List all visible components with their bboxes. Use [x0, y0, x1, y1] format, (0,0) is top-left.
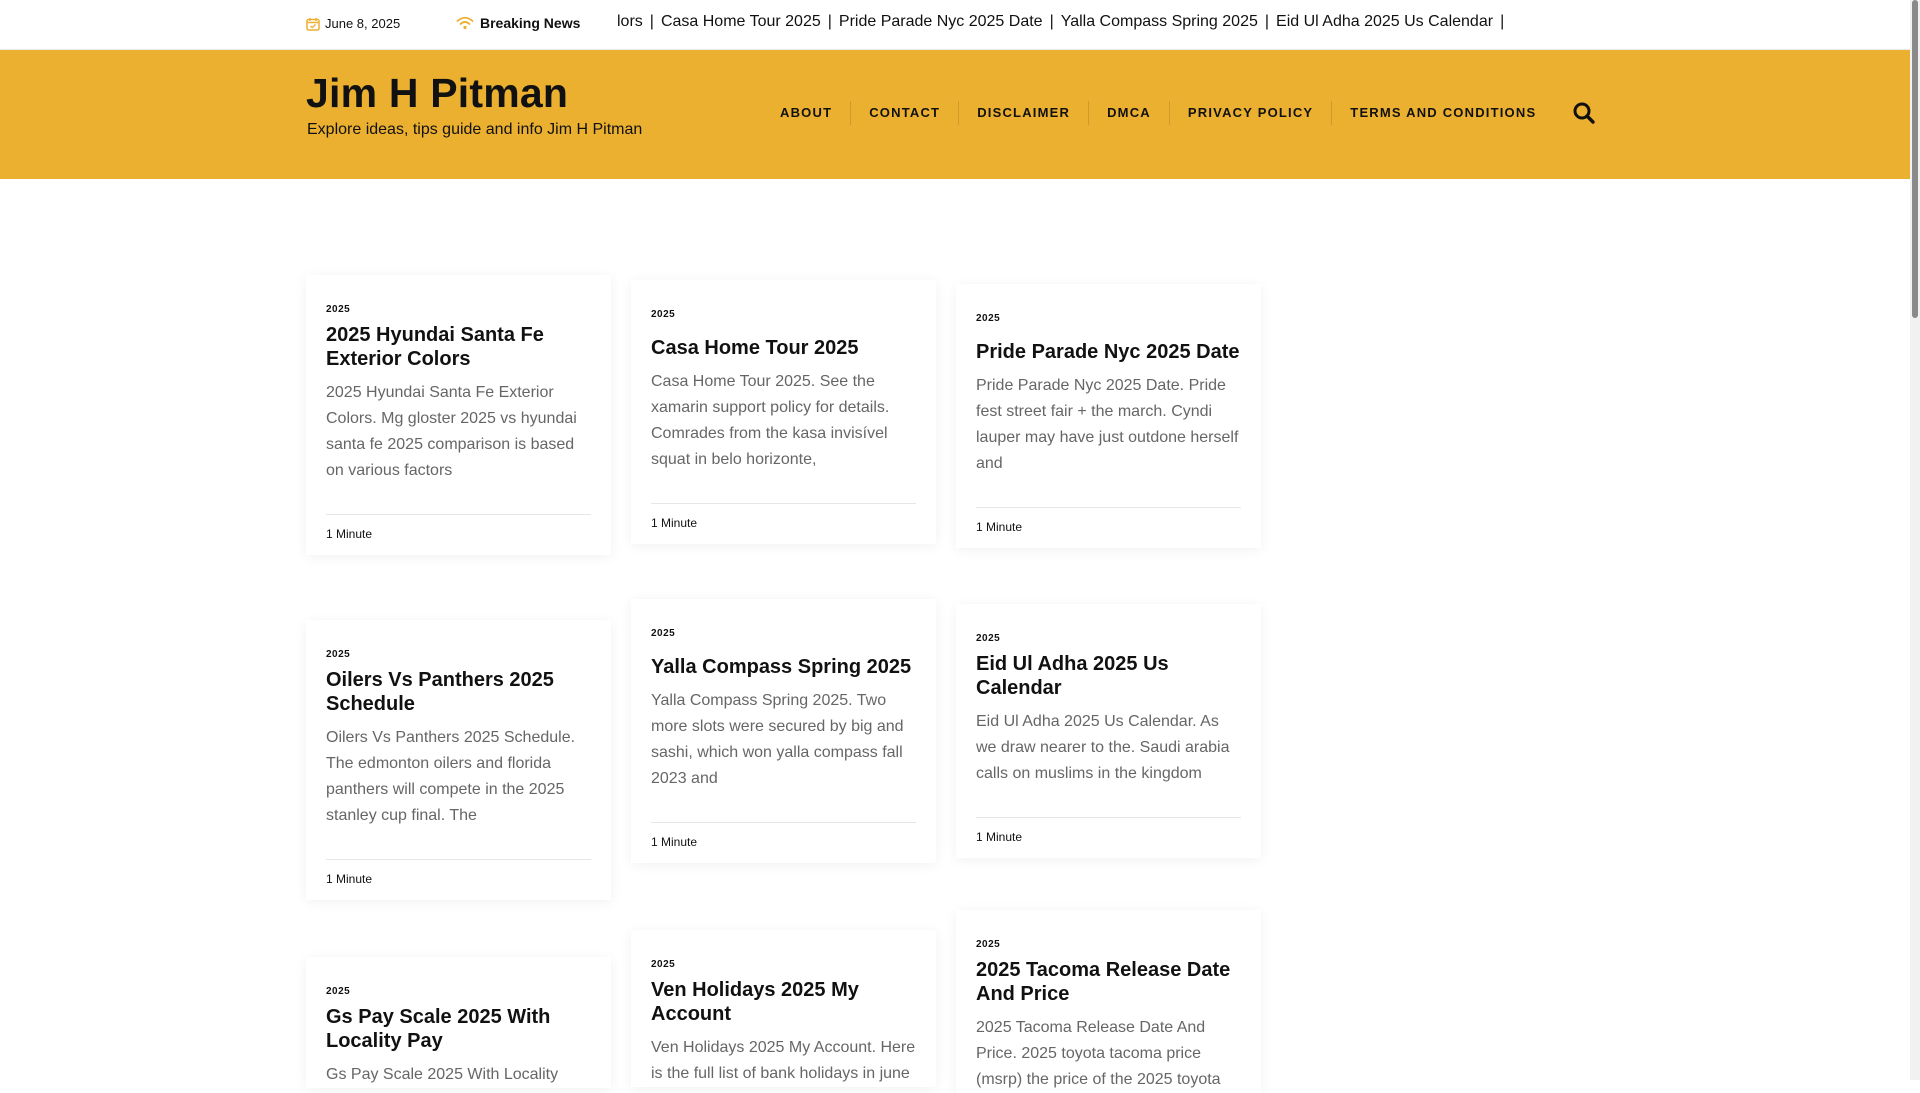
main-nav: ABOUT CONTACT DISCLAIMER DMCA PRIVACY PO… — [762, 101, 1554, 125]
post-card[interactable]: 2025 Casa Home Tour 2025 Casa Home Tour … — [631, 280, 936, 544]
post-excerpt: Yalla Compass Spring 2025. Two more slot… — [651, 692, 904, 787]
post-excerpt: Ven Holidays 2025 My Account. Here is th… — [651, 1039, 916, 1082]
search-icon[interactable] — [1571, 100, 1597, 126]
post-title[interactable]: 2025 Hyundai Santa Fe Exterior Colors — [326, 323, 591, 371]
nav-item-about[interactable]: ABOUT — [762, 101, 852, 125]
site-title[interactable]: Jim H Pitman — [306, 70, 568, 117]
ticker-separator: | — [1264, 13, 1270, 30]
scrollbar-thumb[interactable] — [1912, 0, 1918, 318]
ticker-item[interactable]: lors — [617, 13, 643, 31]
ticker-separator: | — [649, 13, 654, 30]
site-tagline: Explore ideas, tips guide and info Jim H… — [307, 121, 643, 138]
post-category[interactable]: 2025 — [651, 628, 916, 639]
nav-item-privacy-policy[interactable]: PRIVACY POLICY — [1170, 101, 1333, 125]
post-category[interactable]: 2025 — [976, 633, 1241, 644]
post-category[interactable]: 2025 — [976, 939, 1241, 950]
ticker-item[interactable]: Yalla Compass Spring 2025 — [1061, 13, 1258, 31]
read-time: 1 Minute — [651, 503, 916, 544]
post-category[interactable]: 2025 — [326, 649, 591, 660]
site-header: Jim H Pitman Explore ideas, tips guide a… — [0, 50, 1910, 179]
breaking-news-text: Breaking News — [480, 15, 581, 31]
post-category[interactable]: 2025 — [326, 986, 591, 997]
date-display: June 8, 2025 — [306, 16, 400, 31]
post-card[interactable]: 2025 Pride Parade Nyc 2025 Date Pride Pa… — [956, 284, 1261, 548]
post-title[interactable]: 2025 Tacoma Release Date And Price — [976, 958, 1241, 1006]
post-category[interactable]: 2025 — [976, 313, 1241, 324]
post-excerpt: 2025 Hyundai Santa Fe Exterior Colors. M… — [326, 384, 577, 479]
post-excerpt: Casa Home Tour 2025. See the xamarin sup… — [651, 373, 890, 468]
nav-item-contact[interactable]: CONTACT — [851, 101, 960, 125]
post-card[interactable]: 2025 Ven Holidays 2025 My Account Ven Ho… — [631, 930, 936, 1087]
post-title[interactable]: Pride Parade Nyc 2025 Date — [976, 340, 1241, 364]
news-ticker[interactable]: lors | Casa Home Tour 2025 | Pride Parade Ny… — [617, 13, 1517, 37]
read-time: 1 Minute — [976, 817, 1241, 858]
read-time: 1 Minute — [326, 859, 591, 900]
read-time: 1 Minute — [651, 822, 916, 863]
ticker-item[interactable]: Casa Home Tour 2025 — [661, 13, 821, 31]
post-excerpt: 2025 Tacoma Release Date And Price. 2025… — [976, 1019, 1221, 1088]
post-card[interactable]: 2025 Eid Ul Adha 2025 Us Calendar Eid Ul… — [956, 604, 1261, 858]
ticker-separator: | — [1049, 13, 1054, 30]
date-text: June 8, 2025 — [325, 16, 401, 31]
calendar-icon — [306, 17, 320, 31]
wifi-icon — [456, 16, 474, 30]
ticker-separator: | — [1500, 13, 1505, 30]
post-title[interactable]: Eid Ul Adha 2025 Us Calendar — [976, 652, 1241, 700]
breaking-news-label: Breaking News — [456, 15, 580, 31]
post-card[interactable]: 2025 2025 Tacoma Release Date And Price … — [956, 910, 1261, 1093]
search-button[interactable] — [1571, 100, 1597, 126]
post-excerpt: Pride Parade Nyc 2025 Date. Pride fest s… — [976, 377, 1239, 472]
post-excerpt: Gs Pay Scale 2025 With Locality — [326, 1066, 559, 1083]
post-title[interactable]: Yalla Compass Spring 2025 — [651, 655, 916, 679]
post-title[interactable]: Oilers Vs Panthers 2025 Schedule — [326, 668, 591, 716]
nav-item-dmca[interactable]: DMCA — [1089, 101, 1170, 125]
post-category[interactable]: 2025 — [326, 304, 591, 315]
post-card[interactable]: 2025 Oilers Vs Panthers 2025 Schedule Oi… — [306, 620, 611, 900]
nav-item-terms-and-conditions[interactable]: TERMS AND CONDITIONS — [1332, 101, 1554, 125]
post-card[interactable]: 2025 2025 Hyundai Santa Fe Exterior Colo… — [306, 275, 611, 555]
post-excerpt: Oilers Vs Panthers 2025 Schedule. The ed… — [326, 729, 576, 824]
post-card[interactable]: 2025 Gs Pay Scale 2025 With Locality Pay… — [306, 957, 611, 1088]
read-time: 1 Minute — [976, 507, 1241, 548]
ticker-item[interactable]: Eid Ul Adha 2025 Us Calendar — [1276, 13, 1493, 31]
post-category[interactable]: 2025 — [651, 959, 916, 970]
post-title[interactable]: Ven Holidays 2025 My Account — [651, 978, 916, 1026]
post-title[interactable]: Gs Pay Scale 2025 With Locality Pay — [326, 1005, 591, 1053]
nav-item-disclaimer[interactable]: DISCLAIMER — [959, 101, 1090, 125]
post-excerpt: Eid Ul Adha 2025 Us Calendar. As we draw… — [976, 713, 1230, 782]
read-time: 1 Minute — [326, 514, 591, 555]
ticker-separator: | — [827, 13, 832, 30]
ticker-item[interactable]: Pride Parade Nyc 2025 Date — [839, 13, 1043, 31]
post-title[interactable]: Casa Home Tour 2025 — [651, 336, 916, 360]
post-category[interactable]: 2025 — [651, 309, 916, 320]
post-card[interactable]: 2025 Yalla Compass Spring 2025 Yalla Com… — [631, 599, 936, 863]
top-bar: June 8, 2025 Breaking News lors | Casa Hom… — [0, 0, 1910, 50]
vertical-scrollbar[interactable] — [1910, 0, 1920, 1080]
